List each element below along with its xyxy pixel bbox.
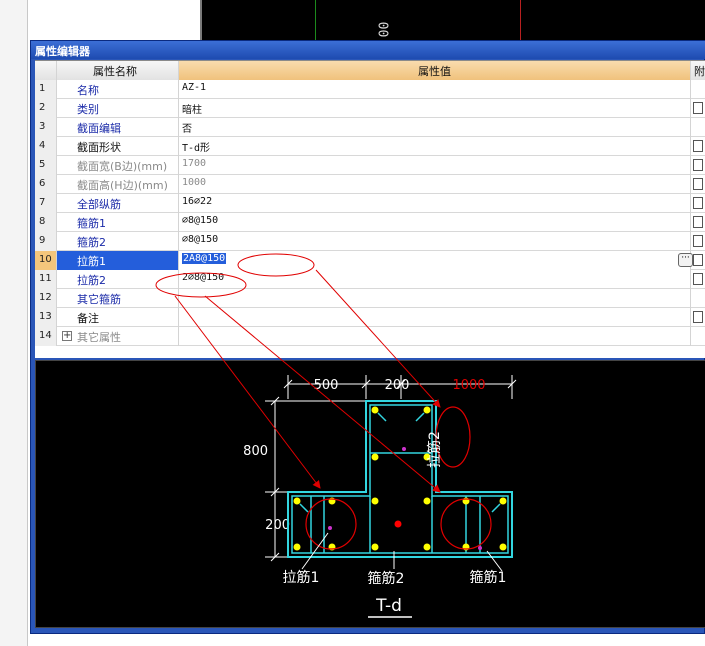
grid-row-all-rebar[interactable]: 7 全部纵筋 16⌀22 xyxy=(35,194,705,213)
attach-checkbox[interactable] xyxy=(693,197,703,209)
grid-row-section-edit[interactable]: 3 截面编辑 否 xyxy=(35,118,705,137)
left-dimension xyxy=(265,396,366,562)
attach-checkbox[interactable] xyxy=(693,159,703,171)
grid-row-name[interactable]: 1 名称 AZ-1 xyxy=(35,80,705,99)
property-grid[interactable]: 属性名称 属性值 附 1 名称 AZ-1 2 类别 暗柱 3 截面编辑 否 4 … xyxy=(35,60,705,358)
red-axis-line xyxy=(520,0,521,40)
section-center xyxy=(394,520,402,528)
header-name[interactable]: 属性名称 xyxy=(57,61,179,80)
grid-row-other-props[interactable]: 14 + 其它属性 xyxy=(35,327,705,346)
dim-500: 500 xyxy=(314,378,339,393)
attach-checkbox[interactable] xyxy=(693,235,703,247)
green-axis-line xyxy=(315,0,316,40)
section-drawing: 500 200 1000 800 200 拉筋1 箍筋2 箍筋1 拉筋2 T-d xyxy=(243,375,517,618)
label-stirrup1: 箍筋1 xyxy=(470,569,507,586)
label-tie2: 拉筋2 xyxy=(426,431,443,468)
header-value[interactable]: 属性值 xyxy=(179,61,691,80)
grid-row-remark[interactable]: 13 备注 xyxy=(35,308,705,327)
tie-markers xyxy=(328,447,482,550)
grid-row-tie2[interactable]: 11 拉筋2 2⌀8@150 xyxy=(35,270,705,289)
stirrup-hooks xyxy=(299,412,501,513)
window-title[interactable]: 属性编辑器 xyxy=(31,41,705,59)
grid-header: 属性名称 属性值 附 xyxy=(35,61,705,80)
attach-checkbox[interactable] xyxy=(693,273,703,285)
attach-checkbox[interactable] xyxy=(693,311,703,323)
dim-1000: 1000 xyxy=(452,378,485,393)
left-panel-strip xyxy=(0,0,28,646)
attach-checkbox[interactable] xyxy=(693,216,703,228)
longitudinal-rebars xyxy=(293,406,507,551)
attach-checkbox[interactable] xyxy=(693,102,703,114)
grid-row-section-height[interactable]: 6 截面高(H边)(mm) 1000 xyxy=(35,175,705,194)
section-name: T-d xyxy=(375,596,402,616)
leader-lines xyxy=(301,532,503,572)
section-preview: 500 200 1000 800 200 拉筋1 箍筋2 箍筋1 拉筋2 T-d xyxy=(35,360,705,628)
attach-checkbox[interactable] xyxy=(693,254,703,266)
grid-row-other-stirrup[interactable]: 12 其它箍筋 xyxy=(35,289,705,308)
attach-checkbox[interactable] xyxy=(693,140,703,152)
cad-viewport-background: 00 xyxy=(200,0,705,40)
tie1-value-input[interactable]: 2A8@150 xyxy=(179,251,691,270)
grid-row-stirrup1[interactable]: 8 箍筋1 ⌀8@150 xyxy=(35,213,705,232)
grid-row-stirrup2[interactable]: 9 箍筋2 ⌀8@150 xyxy=(35,232,705,251)
attach-checkbox[interactable] xyxy=(693,178,703,190)
grid-row-section-shape[interactable]: 4 截面形状 T-d形 xyxy=(35,137,705,156)
dim-200-left: 200 xyxy=(265,518,290,533)
property-editor-window[interactable]: 属性编辑器 属性名称 属性值 附 1 名称 AZ-1 2 类别 暗柱 3 截面编… xyxy=(30,40,705,634)
dim-200: 200 xyxy=(385,378,410,393)
annotation-circles xyxy=(305,406,492,550)
grid-row-category[interactable]: 2 类别 暗柱 xyxy=(35,99,705,118)
header-attach[interactable]: 附 xyxy=(691,61,705,80)
background-panel xyxy=(28,0,200,40)
cad-label: 00 xyxy=(374,21,390,38)
section-outline xyxy=(287,400,513,558)
label-tie1: 拉筋1 xyxy=(283,569,320,586)
label-stirrup2: 箍筋2 xyxy=(368,570,405,587)
dim-800: 800 xyxy=(243,444,268,459)
grid-row-section-width[interactable]: 5 截面宽(B边)(mm) 1700 xyxy=(35,156,705,175)
grid-row-tie1[interactable]: 10 拉筋1 2A8@150 ··· xyxy=(35,251,705,270)
